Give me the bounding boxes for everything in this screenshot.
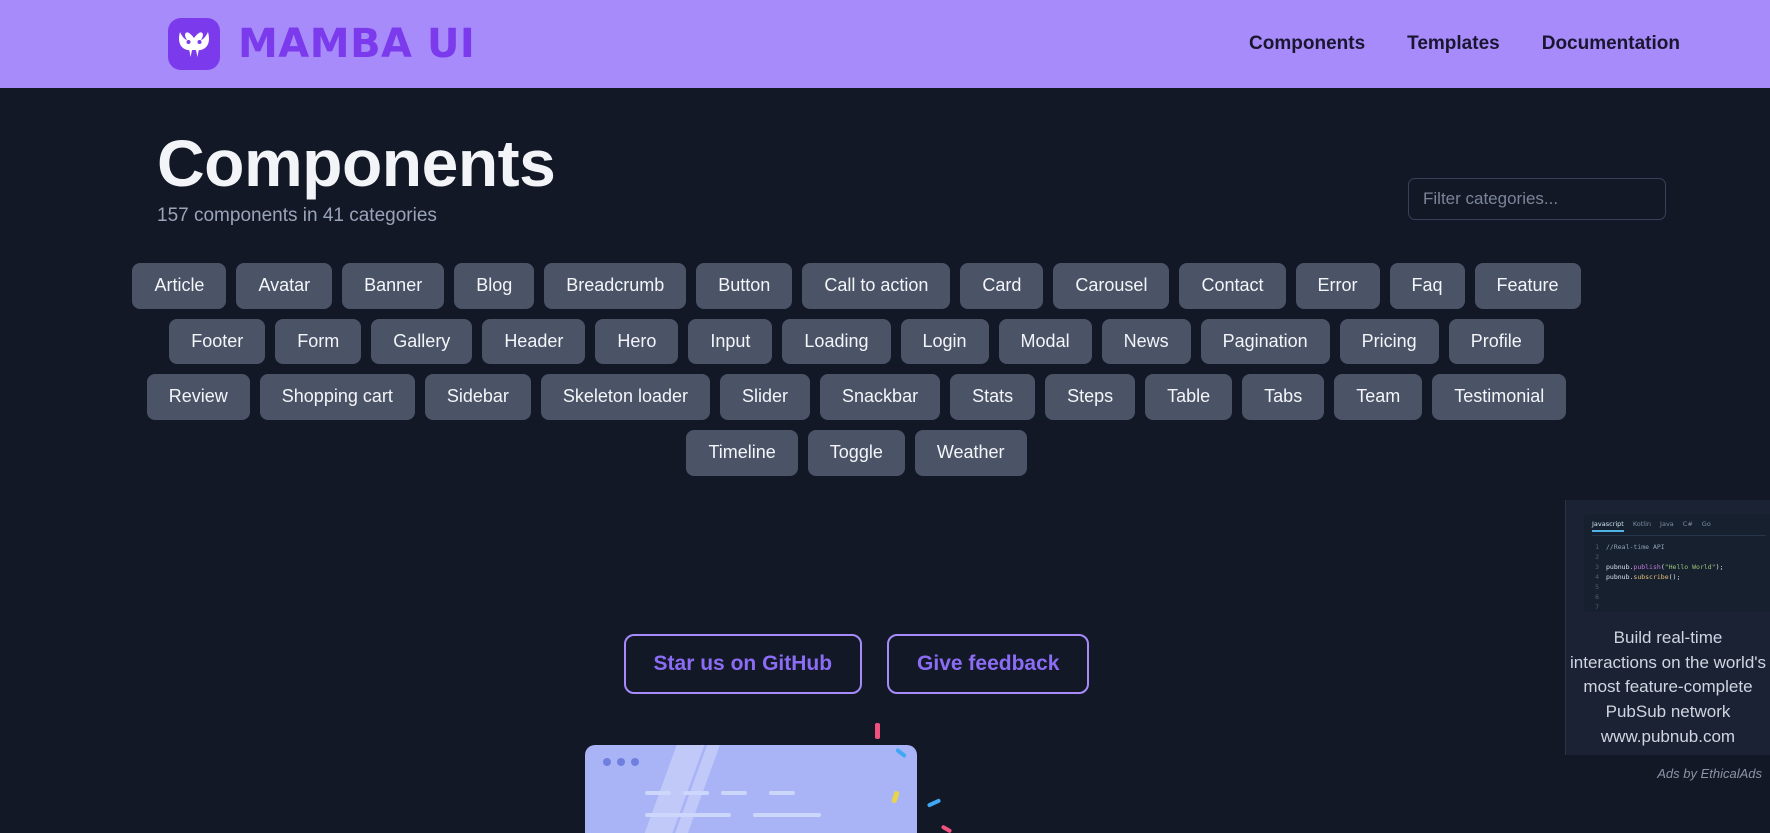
snake-head-icon xyxy=(168,18,220,70)
category-chip-loading[interactable]: Loading xyxy=(782,318,891,365)
category-chip-pagination[interactable]: Pagination xyxy=(1200,318,1330,365)
ad-text-line: interactions on the world's xyxy=(1570,652,1767,672)
ad-text-line: most feature-complete xyxy=(1583,677,1753,697)
hero-illustration xyxy=(585,723,985,833)
category-chip-form[interactable]: Form xyxy=(275,318,362,365)
cta-row: Star us on GitHub Give feedback xyxy=(157,633,1726,694)
category-chip-testimonial[interactable]: Testimonial xyxy=(1432,374,1567,421)
category-row-1: Article Avatar Banner Blog Breadcrumb Button C… xyxy=(132,263,1581,309)
filter-categories-input[interactable] xyxy=(1408,178,1666,220)
category-chip-pricing[interactable]: Pricing xyxy=(1339,318,1439,365)
ad-text-line: PubSub network xyxy=(1605,701,1731,721)
category-chip-timeline[interactable]: Timeline xyxy=(686,430,798,476)
category-chip-header[interactable]: Header xyxy=(482,318,586,365)
code-line: 2 xyxy=(1595,553,1599,562)
code-line: 5 xyxy=(1595,583,1599,592)
category-chip-button[interactable]: Button xyxy=(696,263,793,309)
ad-panel[interactable]: Javascript Kotlin Java C# Go 1//Real-tim… xyxy=(1565,500,1770,781)
category-chip-breadcrumb[interactable]: Breadcrumb xyxy=(544,263,687,309)
star-on-github-button[interactable]: Star us on GitHub xyxy=(623,633,863,694)
category-chip-blog[interactable]: Blog xyxy=(454,263,535,309)
browser-mockup-graphic xyxy=(585,745,917,833)
category-chip-stats[interactable]: Stats xyxy=(950,374,1036,421)
filter-wrap xyxy=(1408,128,1726,220)
confetti-pink-2 xyxy=(940,824,953,833)
category-chip-table[interactable]: Table xyxy=(1145,374,1233,421)
category-chip-toggle[interactable]: Toggle xyxy=(807,430,905,476)
category-chip-profile[interactable]: Profile xyxy=(1448,318,1544,365)
category-chip-weather[interactable]: Weather xyxy=(914,430,1027,476)
category-chip-carousel[interactable]: Carousel xyxy=(1053,263,1170,309)
category-chip-banner[interactable]: Banner xyxy=(342,263,445,309)
category-chip-news[interactable]: News xyxy=(1101,318,1191,365)
code-line: 4 pubnub.subscribe(); xyxy=(1595,573,1681,582)
category-chip-contact[interactable]: Contact xyxy=(1179,263,1286,309)
ad-text-line: www.pubnub.com xyxy=(1600,726,1736,746)
category-chip-avatar[interactable]: Avatar xyxy=(236,263,333,309)
confetti-pink xyxy=(875,723,880,739)
page-subtitle: 157 components in 41 categories xyxy=(157,205,437,227)
brand-name: MAMBA UI xyxy=(238,21,476,67)
category-chip-gallery[interactable]: Gallery xyxy=(371,318,473,365)
give-feedback-button[interactable]: Give feedback xyxy=(887,633,1090,694)
category-chip-tabs[interactable]: Tabs xyxy=(1242,374,1325,421)
category-chip-input[interactable]: Input xyxy=(688,318,773,365)
brand-logo[interactable]: MAMBA UI xyxy=(168,18,475,70)
category-chip-modal[interactable]: Modal xyxy=(998,318,1092,365)
ad-text-line: Build real-time xyxy=(1613,628,1723,647)
category-chip-review[interactable]: Review xyxy=(146,374,250,421)
code-tab-java: Java xyxy=(1660,520,1674,528)
category-chip-footer[interactable]: Footer xyxy=(169,318,266,365)
code-line: 6 xyxy=(1595,593,1599,602)
category-row-4: Timeline Toggle Weather xyxy=(157,430,1556,476)
code-tab-go: Go xyxy=(1701,520,1711,528)
ad-code-tabs: Javascript Kotlin Java C# Go xyxy=(1592,520,1766,536)
ad-code-graphic: Javascript Kotlin Java C# Go 1//Real-tim… xyxy=(1584,514,1770,612)
title-block: Components 157 components in 41 categori… xyxy=(157,126,556,227)
page-content: Components 157 components in 41 categori… xyxy=(0,88,1770,833)
nav-link-templates[interactable]: Templates xyxy=(1407,33,1500,55)
category-row-3: Review Shopping cart Sidebar Skeleton loade… xyxy=(146,374,1567,421)
category-chip-skeleton-loader[interactable]: Skeleton loader xyxy=(540,374,710,421)
category-chip-slider[interactable]: Slider xyxy=(720,374,811,421)
ad-credit: Ads by EthicalAds xyxy=(1657,766,1762,782)
category-chip-sidebar[interactable]: Sidebar xyxy=(424,374,531,421)
category-row-2: Footer Form Gallery Header Hero Input Loading L… xyxy=(157,318,1556,365)
page-title: Components xyxy=(157,126,556,200)
code-line: 1//Real-time API xyxy=(1595,543,1665,551)
main-nav: Components Templates Documentation xyxy=(1249,33,1726,55)
category-chip-error[interactable]: Error xyxy=(1295,263,1380,309)
category-chip-faq[interactable]: Faq xyxy=(1389,263,1465,309)
code-tab-javascript: Javascript xyxy=(1592,520,1624,532)
category-chip-call-to-action[interactable]: Call to action xyxy=(802,263,951,309)
site-header: MAMBA UI Components Templates Documentat… xyxy=(0,0,1770,88)
category-chip-snackbar[interactable]: Snackbar xyxy=(820,374,941,421)
title-row: Components 157 components in 41 categori… xyxy=(157,88,1726,227)
category-chip-steps[interactable]: Steps xyxy=(1045,374,1136,421)
category-chip-hero[interactable]: Hero xyxy=(595,318,679,365)
category-chip-article[interactable]: Article xyxy=(132,263,227,309)
confetti-blue-2 xyxy=(926,798,942,808)
code-line: 7 xyxy=(1595,603,1599,612)
category-chip-team[interactable]: Team xyxy=(1334,374,1423,421)
category-chip-card[interactable]: Card xyxy=(960,263,1044,309)
nav-link-documentation[interactable]: Documentation xyxy=(1542,33,1680,55)
category-chip-shopping-cart[interactable]: Shopping cart xyxy=(259,374,415,421)
category-chip-feature[interactable]: Feature xyxy=(1474,263,1581,309)
code-tab-csharp: C# xyxy=(1682,520,1693,528)
ad-code-lines: 1//Real-time API 2 3 pubnub.publish("Hello … xyxy=(1592,542,1766,612)
category-chip-group: Article Avatar Banner Blog Breadcrumb Button C… xyxy=(132,263,1726,476)
category-chip-login[interactable]: Login xyxy=(900,318,989,365)
ad-body-text: Build real-time interactions on the world… xyxy=(1566,626,1770,749)
code-tab-kotlin: Kotlin xyxy=(1632,520,1652,528)
code-line: 3 pubnub.publish("Hello World"); xyxy=(1595,563,1724,572)
nav-link-components[interactable]: Components xyxy=(1249,33,1365,55)
